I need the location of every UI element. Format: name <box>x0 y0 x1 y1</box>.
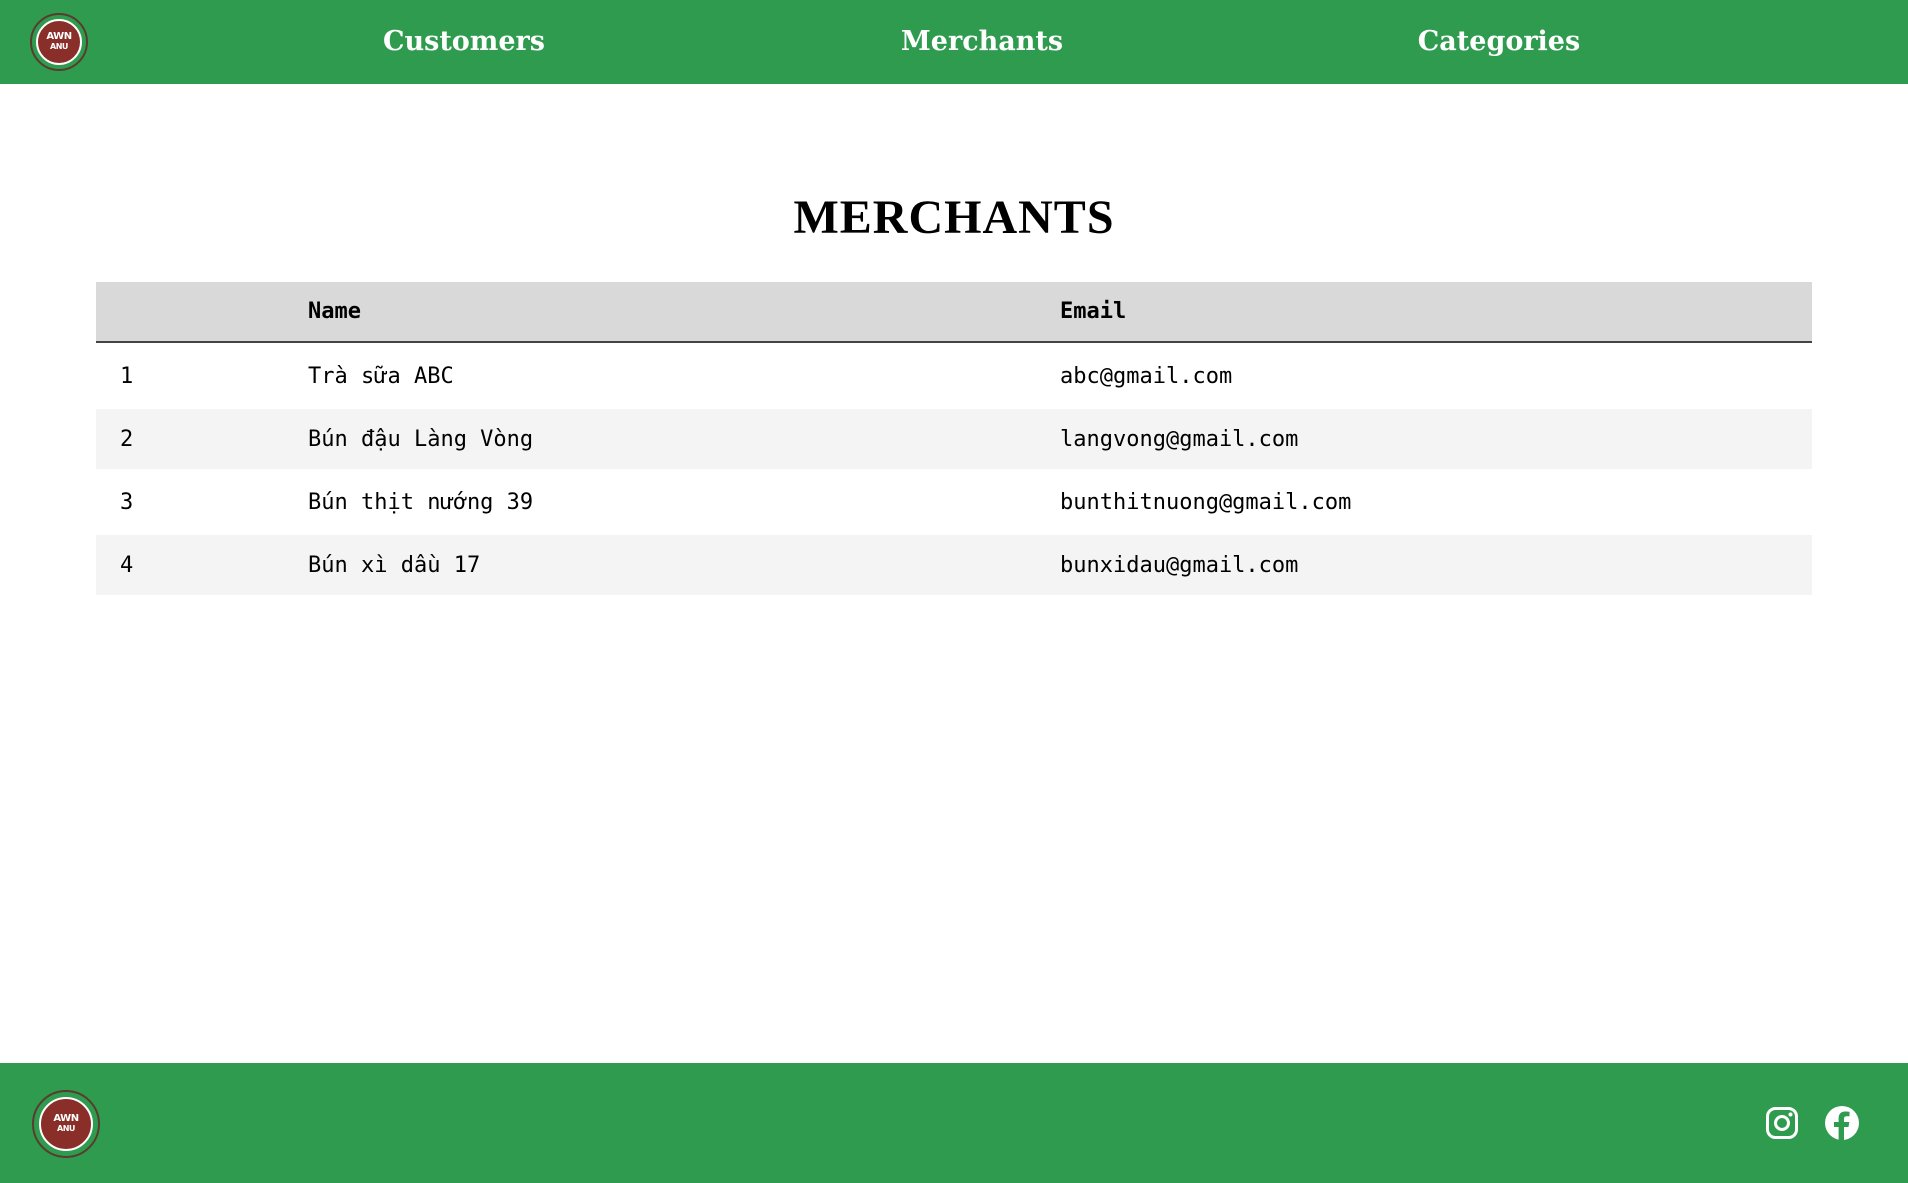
merchants-table: Name Email 1 Trà sữa ABC abc@gmail.com 2… <box>96 282 1812 595</box>
instagram-icon <box>1766 1107 1798 1139</box>
page-title: MERCHANTS <box>793 191 1115 244</box>
row-index: 3 <box>120 489 134 515</box>
merchant-name: Bún đậu Làng Vòng <box>308 426 534 452</box>
merchant-name: Bún thịt nướng 39 <box>308 489 534 515</box>
logo-text-top: AWN <box>53 1113 79 1124</box>
merchant-name: Trà sữa ABC <box>308 363 454 389</box>
merchant-email: langvong@gmail.com <box>1060 426 1299 452</box>
row-index: 1 <box>120 363 134 389</box>
footer: AWN ANU <box>0 1063 1908 1183</box>
table-header-row: Name Email <box>96 282 1812 343</box>
row-index: 4 <box>120 552 134 578</box>
row-index: 2 <box>120 426 134 452</box>
logo-text-top: AWN <box>46 31 72 42</box>
table-row: 4 Bún xì dầu 17 bunxidau@gmail.com <box>96 535 1812 595</box>
header-logo[interactable]: AWN ANU <box>30 13 88 71</box>
table-row: 2 Bún đậu Làng Vòng langvong@gmail.com <box>96 409 1812 469</box>
table-row: 1 Trà sữa ABC abc@gmail.com <box>96 343 1812 409</box>
logo-text-bottom: ANU <box>50 42 68 51</box>
facebook-icon <box>1825 1106 1859 1141</box>
merchant-email: bunthitnuong@gmail.com <box>1060 489 1352 515</box>
merchant-email: abc@gmail.com <box>1060 363 1233 389</box>
nav-customers[interactable]: Customers <box>383 22 545 62</box>
merchant-name: Bún xì dầu 17 <box>308 552 481 578</box>
footer-logo[interactable]: AWN ANU <box>32 1090 100 1158</box>
instagram-link[interactable] <box>1765 1106 1799 1140</box>
column-header-name: Name <box>308 299 361 324</box>
top-navbar: AWN ANU Customers Merchants Categories <box>0 0 1908 84</box>
facebook-link[interactable] <box>1824 1105 1860 1141</box>
logo-icon: AWN ANU <box>36 19 82 65</box>
merchant-email: bunxidau@gmail.com <box>1060 552 1299 578</box>
table-row: 3 Bún thịt nướng 39 bunthitnuong@gmail.c… <box>96 469 1812 535</box>
nav-categories[interactable]: Categories <box>1418 22 1580 62</box>
column-header-email: Email <box>1060 299 1127 324</box>
nav-merchants[interactable]: Merchants <box>901 22 1063 62</box>
logo-icon: AWN ANU <box>39 1097 93 1151</box>
logo-text-bottom: ANU <box>57 1124 75 1133</box>
